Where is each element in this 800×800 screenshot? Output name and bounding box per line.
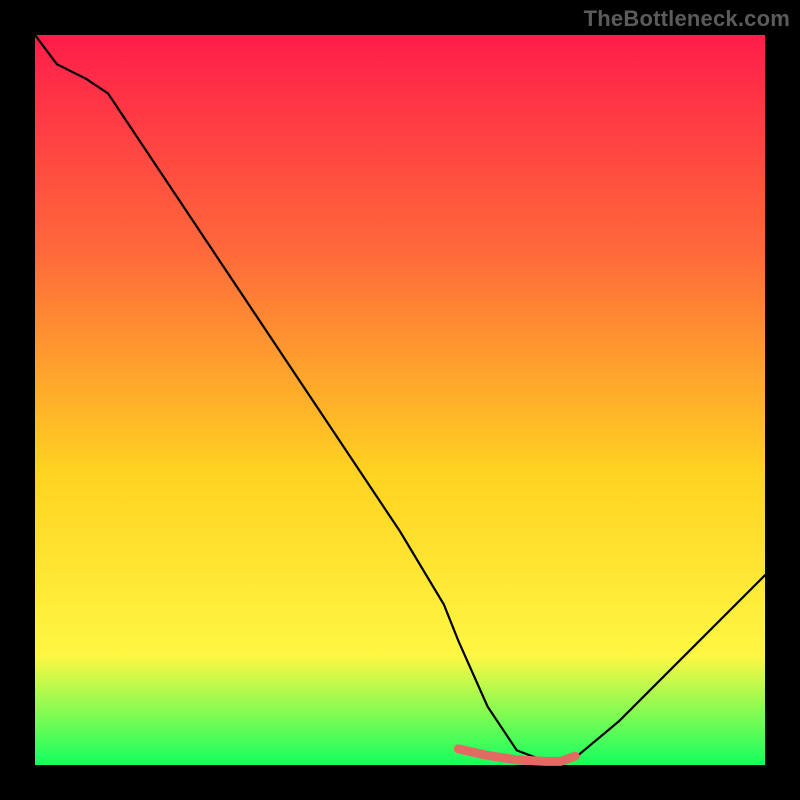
- bottleneck-chart: [0, 0, 800, 800]
- chart-frame: { "watermark": "TheBottleneck.com", "col…: [0, 0, 800, 800]
- plot-background: [35, 35, 765, 765]
